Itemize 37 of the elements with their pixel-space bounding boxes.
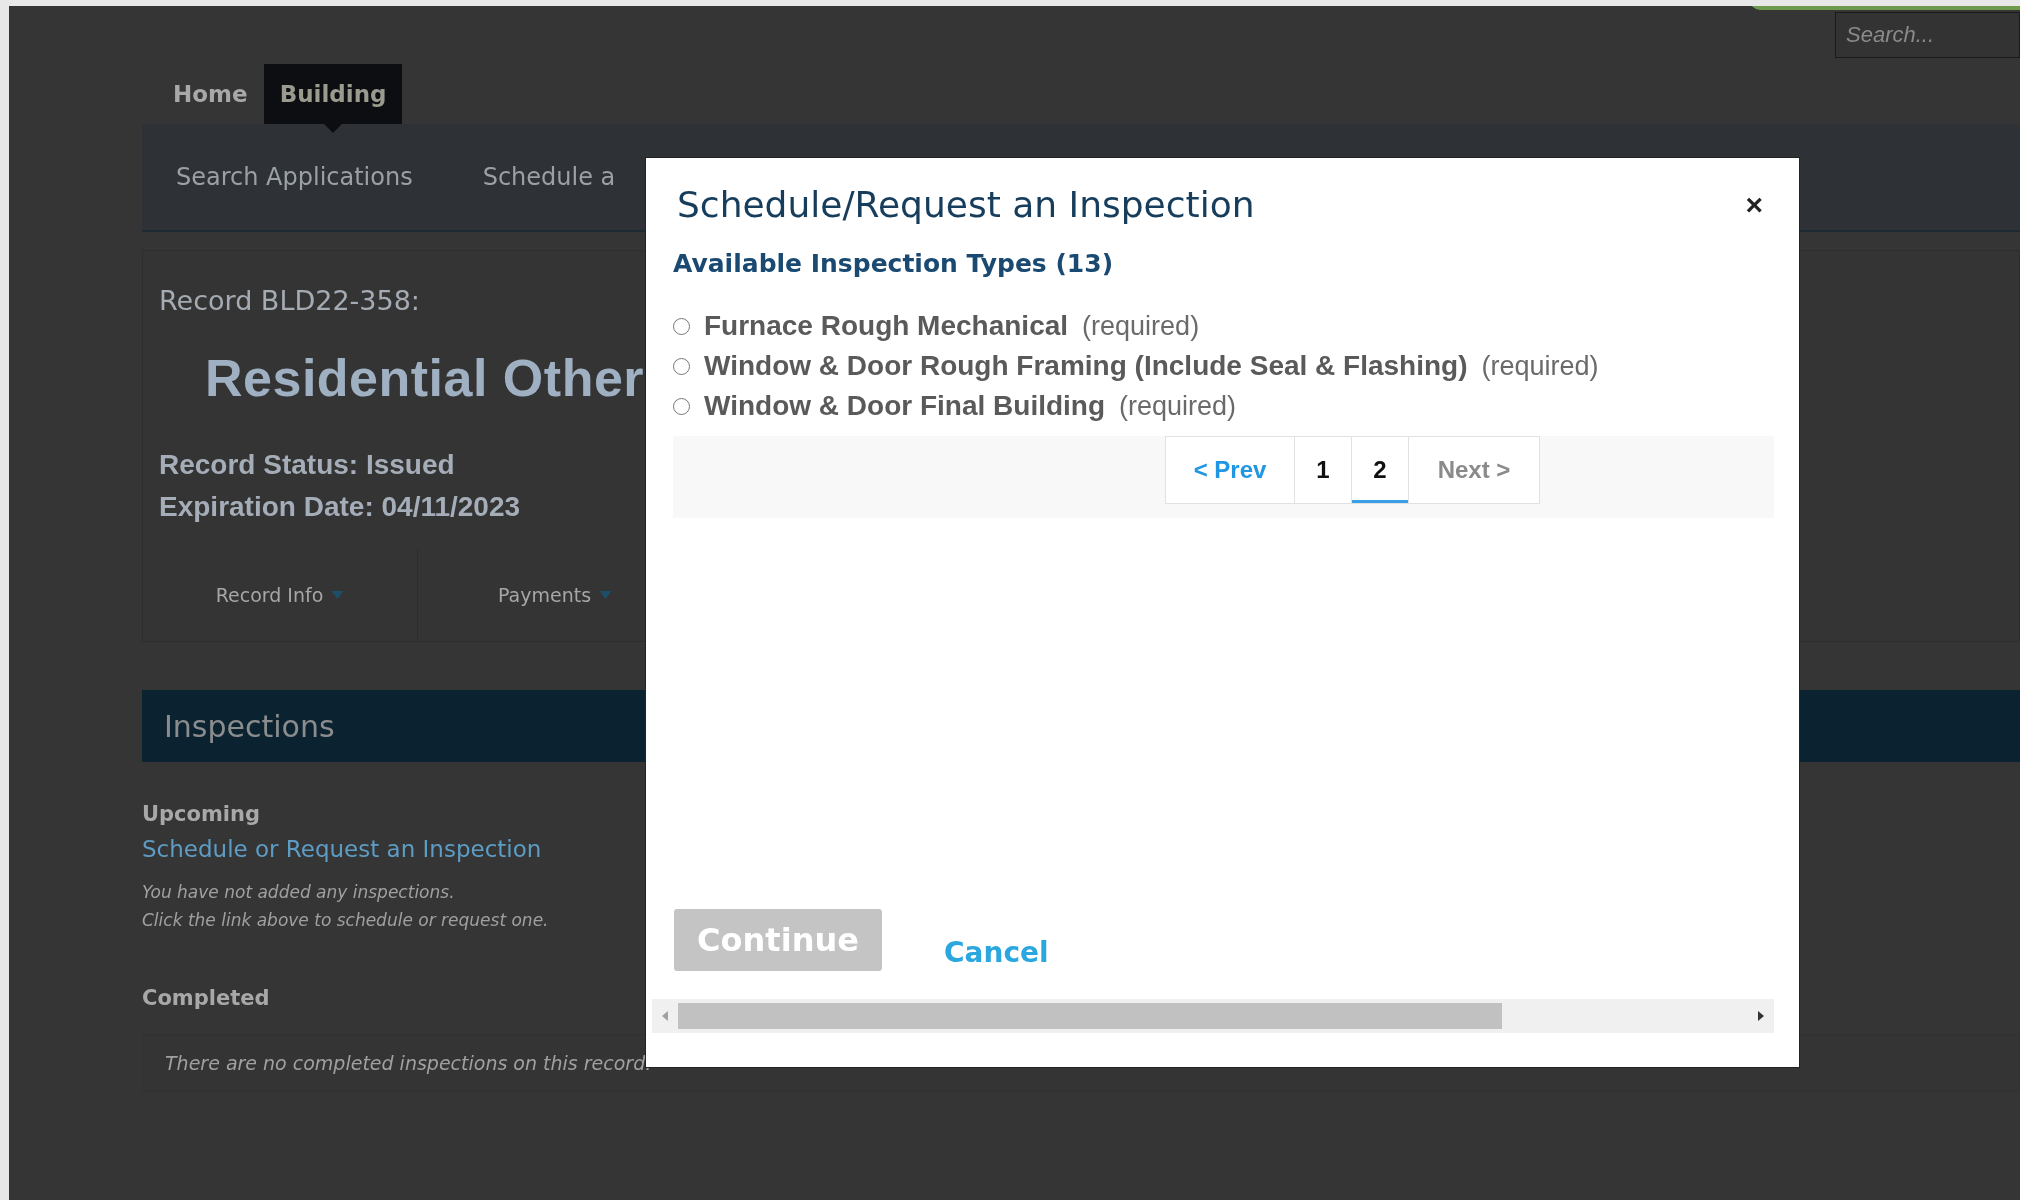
option-note: (required) <box>1119 390 1237 422</box>
caret-icon <box>599 591 613 599</box>
close-button[interactable]: × <box>1739 187 1769 222</box>
upcoming-label: Upcoming <box>142 802 261 826</box>
record-status: Record Status: Issued <box>159 448 455 482</box>
nav-tab[interactable]: Building <box>263 64 403 124</box>
empty-note: Click the link above to schedule or request one. <box>142 909 549 932</box>
scroll-right-icon[interactable] <box>1758 1011 1764 1021</box>
record-number: Record BLD22-358: <box>159 285 420 316</box>
section-title: Available Inspection Types (13) <box>672 249 1115 278</box>
record-title: Residential Other <box>205 348 645 408</box>
section-heading: Inspections <box>164 708 335 744</box>
option-label: Window & Door Final Building <box>704 390 1106 422</box>
scroll-left-icon[interactable] <box>662 1011 668 1021</box>
sub-navigation-link[interactable]: Search Applications <box>176 163 413 191</box>
empty-note: You have not added any inspections. <box>142 881 455 904</box>
page-button[interactable]: 2 <box>1351 436 1409 504</box>
option-label: Furnace Rough Mechanical <box>704 310 1069 342</box>
horizontal-scrollbar[interactable] <box>652 999 1774 1033</box>
option-note: (required) <box>1082 310 1200 342</box>
search-field[interactable]: Search... <box>1835 12 2020 58</box>
previous-page-button[interactable]: < Prev <box>1165 436 1295 504</box>
expiration-date: Expiration Date: 04/11/2023 <box>159 490 521 524</box>
nav-tab[interactable]: Home <box>157 64 264 124</box>
completed-label: Completed <box>142 986 270 1010</box>
cancel-link[interactable]: Cancel <box>944 936 1049 971</box>
dialog-title: Schedule/Request an Inspection <box>677 184 1255 225</box>
completed-empty-note: There are no completed inspections on this record. <box>165 1051 652 1076</box>
scrollbar-thumb[interactable] <box>678 1003 1502 1029</box>
schedule-link[interactable]: Schedule or Request an Inspection <box>142 836 542 862</box>
record-menu-tab[interactable]: Record Info <box>143 549 418 641</box>
tab-pointer-icon <box>324 124 343 133</box>
sub-navigation-link[interactable]: Schedule a <box>482 163 616 191</box>
option-note: (required) <box>1481 350 1599 382</box>
page-button[interactable]: 1 <box>1294 436 1352 504</box>
caret-icon <box>331 591 345 599</box>
option-label: Window & Door Rough Framing (Include Seal & Flashing) <box>704 350 1468 382</box>
